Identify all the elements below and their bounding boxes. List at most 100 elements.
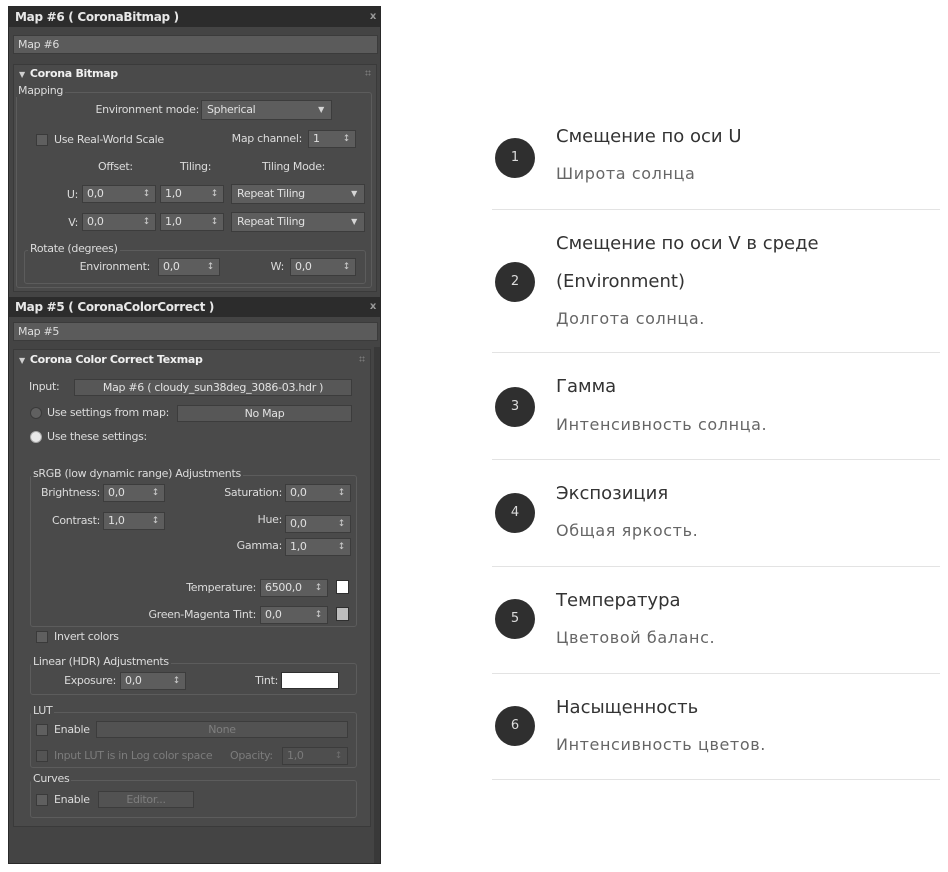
u-tiling-spinner[interactable]: 1,0 ↕ (160, 185, 224, 203)
chevron-down-icon: ▼ (318, 105, 324, 114)
spinner-arrows-icon[interactable]: ↕ (343, 259, 351, 275)
map5-close-icon[interactable]: x (370, 297, 376, 317)
lut-file-button[interactable]: None (96, 721, 348, 738)
item-number-badge: 6 (495, 706, 535, 746)
use-these-settings-radio[interactable] (30, 431, 42, 443)
rollout-title: Corona Bitmap (29, 67, 118, 80)
rollout-grip-icon[interactable] (365, 70, 371, 76)
invert-colors-label: Invert colors (54, 630, 119, 643)
spinner-arrows-icon[interactable]: ↕ (143, 214, 151, 230)
use-settings-from-map-label: Use settings from map: (47, 406, 170, 419)
spinner-arrows-icon[interactable]: ↕ (173, 673, 181, 689)
linear-hdr-group-label: Linear (HDR) Adjustments (31, 655, 171, 668)
no-map-button[interactable]: No Map (177, 405, 352, 422)
lut-opacity-spinner[interactable]: 1,0 ↕ (282, 747, 348, 765)
spinner-arrows-icon[interactable]: ↕ (211, 214, 219, 230)
green-magenta-tint-spinner[interactable]: 0,0 ↕ (260, 606, 328, 624)
v-tiling-spinner[interactable]: 1,0 ↕ (160, 213, 224, 231)
gamma-spinner[interactable]: 1,0 ↕ (285, 538, 351, 556)
spinner-arrows-icon[interactable]: ↕ (315, 607, 323, 623)
lut-enable-checkbox[interactable] (36, 724, 48, 736)
spinner-arrows-icon[interactable]: ↕ (152, 485, 160, 501)
curves-editor-button[interactable]: Editor... (98, 791, 194, 808)
v-offset-spinner[interactable]: 0,0 ↕ (82, 213, 156, 231)
temperature-spinner[interactable]: 6500,0 ↕ (260, 579, 328, 597)
lut-opacity-value: 1,0 (287, 749, 304, 762)
contrast-value: 1,0 (108, 514, 125, 527)
spinner-arrows-icon[interactable]: ↕ (152, 513, 160, 529)
item-description: Интенсивность цветов. (556, 735, 766, 754)
environment-rotate-spinner[interactable]: 0,0 ↕ (158, 258, 220, 276)
spinner-arrows-icon[interactable]: ↕ (315, 580, 323, 596)
lut-opacity-label: Opacity: (230, 749, 273, 762)
spinner-arrows-icon[interactable]: ↕ (143, 186, 151, 202)
saturation-spinner[interactable]: 0,0 ↕ (285, 484, 351, 502)
u-tiling-mode-dropdown[interactable]: Repeat Tiling ▼ (231, 184, 365, 204)
exposure-label: Exposure: (64, 674, 116, 687)
v-tiling-mode-dropdown[interactable]: Repeat Tiling ▼ (231, 212, 365, 232)
gamma-value: 1,0 (290, 540, 307, 553)
map6-titlebar[interactable]: Map #6 ( CoronaBitmap ) x (9, 7, 380, 27)
environment-rotate-value: 0,0 (163, 260, 180, 273)
spinner-arrows-icon[interactable]: ↕ (343, 131, 351, 147)
v-tiling-mode-value: Repeat Tiling (237, 215, 305, 228)
v-label: V: (68, 216, 78, 229)
w-rotate-value: 0,0 (295, 260, 312, 273)
corona-bitmap-rollout: ▼ Corona Bitmap Mapping Environment mode:… (13, 64, 377, 292)
w-rotate-spinner[interactable]: 0,0 ↕ (290, 258, 356, 276)
spinner-arrows-icon[interactable]: ↕ (338, 516, 346, 532)
map-channel-value: 1 (313, 132, 320, 145)
item-number-badge: 3 (495, 387, 535, 427)
hue-spinner[interactable]: 0,0 ↕ (285, 515, 351, 533)
map-channel-spinner[interactable]: 1 ↕ (308, 130, 356, 148)
chevron-down-icon: ▼ (351, 189, 357, 198)
environment-mode-dropdown[interactable]: Spherical ▼ (201, 100, 332, 120)
green-magenta-tint-swatch[interactable] (336, 607, 349, 621)
temperature-color-swatch[interactable] (336, 580, 349, 594)
map5-name-field[interactable]: Map #5 (13, 322, 378, 341)
item-description: Цветовой баланс. (556, 628, 716, 647)
spinner-arrows-icon[interactable]: ↕ (338, 539, 346, 555)
u-offset-spinner[interactable]: 0,0 ↕ (82, 185, 156, 203)
invert-colors-checkbox[interactable] (36, 631, 48, 643)
color-correct-rollout-header[interactable]: ▼ Corona Color Correct Texmap (19, 353, 203, 366)
rotate-group-label: Rotate (degrees) (28, 242, 120, 255)
item-number-badge: 1 (495, 138, 535, 178)
lut-log-label: Input LUT is in Log color space (54, 749, 213, 762)
real-world-scale-checkbox[interactable] (36, 134, 48, 146)
map5-titlebar[interactable]: Map #5 ( CoronaColorCorrect ) x (9, 297, 380, 317)
lut-log-checkbox[interactable] (36, 750, 48, 762)
input-map-button[interactable]: Map #6 ( cloudy_sun38deg_3086-03.hdr ) (74, 379, 352, 396)
spinner-arrows-icon[interactable]: ↕ (207, 259, 215, 275)
panel-scrollbar[interactable] (374, 347, 380, 863)
map5-title: Map #5 ( CoronaColorCorrect ) (15, 300, 215, 314)
brightness-label: Brightness: (41, 486, 100, 499)
use-settings-from-map-radio[interactable] (30, 407, 42, 419)
spinner-arrows-icon[interactable]: ↕ (335, 748, 343, 764)
tiling-mode-header: Tiling Mode: (262, 160, 326, 173)
item-description: Общая яркость. (556, 521, 699, 540)
map6-name-field[interactable]: Map #6 (13, 35, 378, 54)
rollout-grip-icon[interactable] (359, 356, 365, 362)
linear-tint-swatch[interactable] (281, 672, 339, 689)
temperature-value: 6500,0 (265, 581, 302, 594)
item-number-badge: 4 (495, 493, 535, 533)
corona-bitmap-rollout-header[interactable]: ▼ Corona Bitmap (19, 67, 118, 80)
v-tiling-value: 1,0 (165, 215, 182, 228)
item-title: Насыщенность (556, 697, 699, 718)
contrast-spinner[interactable]: 1,0 ↕ (103, 512, 165, 530)
saturation-label: Saturation: (224, 486, 282, 499)
curves-enable-checkbox[interactable] (36, 794, 48, 806)
list-item: 3 Гамма Интенсивность солнца. (492, 353, 940, 460)
item-title-line2: (Environment) (556, 271, 685, 292)
environment-rotate-label: Environment: (79, 260, 151, 273)
spinner-arrows-icon[interactable]: ↕ (211, 186, 219, 202)
brightness-spinner[interactable]: 0,0 ↕ (103, 484, 165, 502)
hue-label: Hue: (257, 513, 282, 526)
spinner-arrows-icon[interactable]: ↕ (338, 485, 346, 501)
exposure-spinner[interactable]: 0,0 ↕ (120, 672, 186, 690)
temperature-label: Temperature: (186, 581, 256, 594)
input-label: Input: (29, 380, 60, 393)
brightness-value: 0,0 (108, 486, 125, 499)
map6-close-icon[interactable]: x (370, 7, 376, 27)
